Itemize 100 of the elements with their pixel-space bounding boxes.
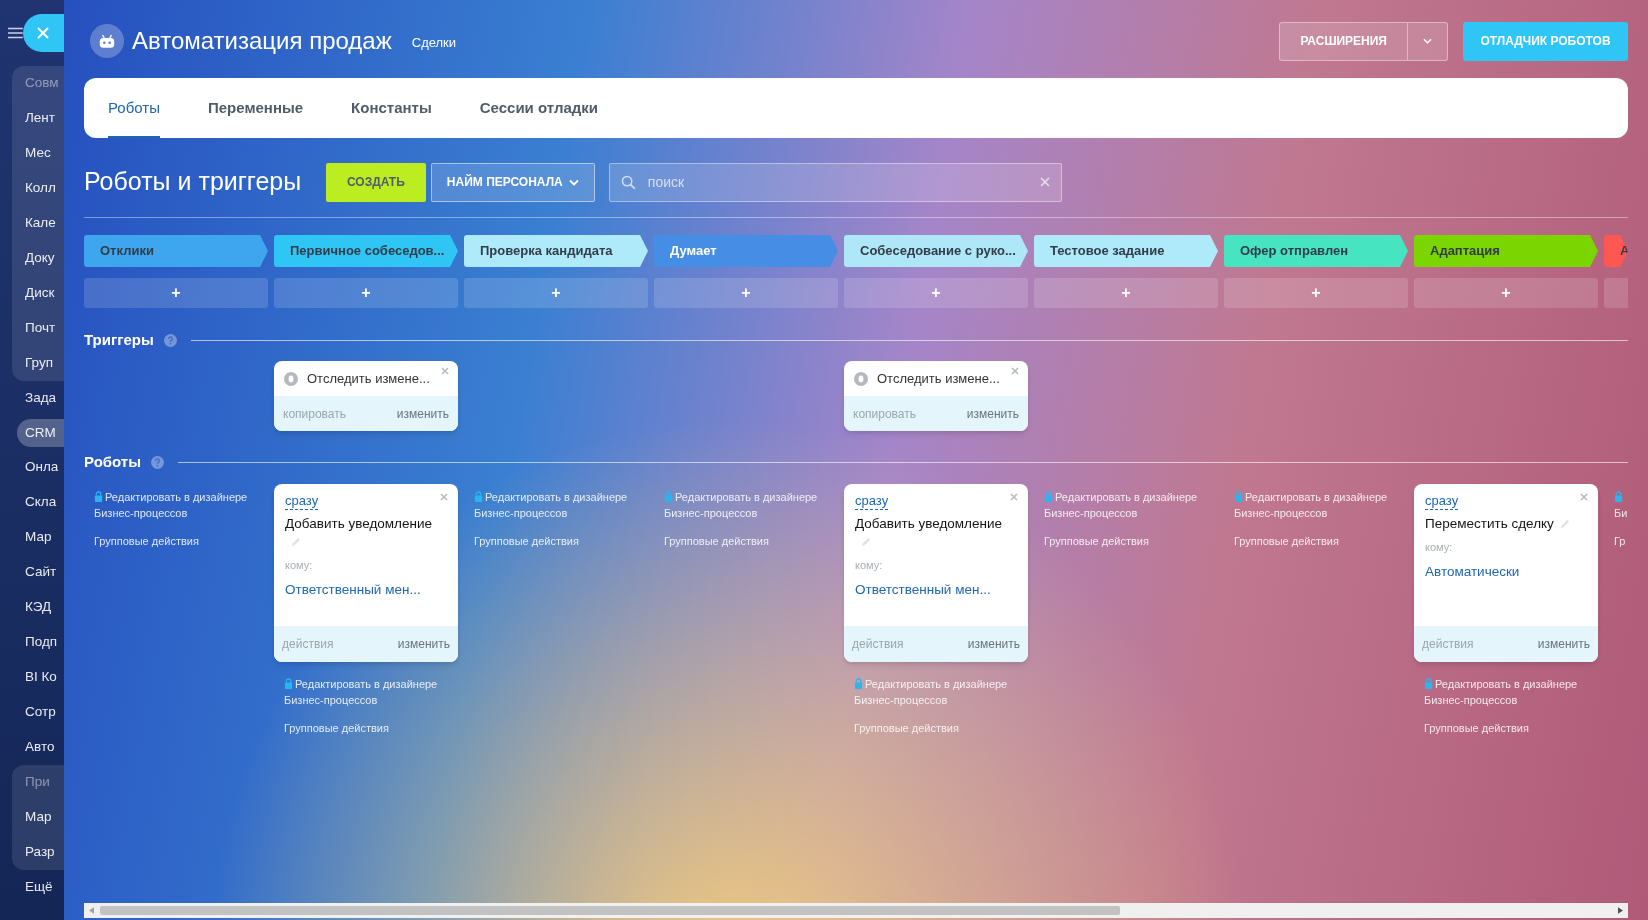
add-robot-button[interactable]: + bbox=[1224, 278, 1408, 308]
robot-title: Добавить уведомление bbox=[855, 516, 1002, 531]
sidebar-item[interactable]: BI Ко bbox=[12, 660, 64, 695]
search-icon bbox=[620, 174, 636, 190]
sidebar-item[interactable]: Ещё bbox=[12, 870, 64, 905]
scroll-left-icon bbox=[89, 907, 94, 914]
group-actions-link[interactable]: Групповые действия bbox=[94, 533, 199, 550]
recipient-link[interactable]: Ответственный мен... bbox=[855, 579, 991, 600]
help-icon bbox=[151, 455, 164, 469]
delay-link[interactable]: сразу bbox=[855, 493, 889, 510]
sidebar-item[interactable]: Колл bbox=[12, 171, 64, 206]
trigger-title: Отследить измене... bbox=[877, 369, 1000, 388]
group-actions-link[interactable]: Групповые действия bbox=[1234, 533, 1339, 550]
group-actions-link[interactable]: Гр bbox=[1614, 533, 1626, 550]
sidebar-item[interactable]: КЭД bbox=[12, 590, 64, 625]
tab[interactable]: Константы bbox=[351, 78, 432, 138]
add-robot-button[interactable]: + bbox=[464, 278, 648, 308]
lock-icon bbox=[284, 678, 293, 689]
sidebar-item[interactable]: Почт bbox=[12, 311, 64, 346]
horizontal-scrollbar[interactable] bbox=[84, 903, 1628, 918]
stage-label: Проверка кандидата bbox=[464, 235, 648, 267]
chevron-down-icon bbox=[568, 178, 579, 186]
scrollbar-thumb[interactable] bbox=[100, 906, 1120, 915]
delay-link[interactable]: сразу bbox=[285, 493, 319, 510]
stage-label: Отклики bbox=[84, 235, 268, 267]
sidebar-item[interactable]: Доку bbox=[12, 241, 64, 276]
close-icon bbox=[440, 493, 448, 501]
status-icon bbox=[284, 371, 298, 386]
add-robot-button[interactable]: + bbox=[654, 278, 838, 308]
stage-label: Тестовое задание bbox=[1034, 235, 1218, 267]
lock-icon bbox=[1424, 678, 1433, 689]
designer-link[interactable]: Редактировать в дизайнере Бизнес-процессов bbox=[1424, 676, 1598, 708]
stage-label: Первичное собеседов... bbox=[274, 235, 458, 267]
recipient-link[interactable]: Ответственный мен... bbox=[285, 579, 421, 600]
scroll-right-icon bbox=[1618, 907, 1623, 914]
sidebar-item[interactable]: Мес bbox=[12, 136, 64, 171]
add-robot-button[interactable]: + bbox=[1414, 278, 1598, 308]
add-robot-button[interactable]: + bbox=[844, 278, 1028, 308]
sidebar-item[interactable]: Подп bbox=[12, 625, 64, 660]
sidebar-item[interactable]: Зада bbox=[12, 381, 64, 416]
tab[interactable]: Переменные bbox=[207, 78, 304, 138]
close-icon bbox=[1011, 367, 1019, 375]
group-actions-link[interactable]: Групповые действия bbox=[1424, 720, 1529, 737]
group-actions-link[interactable]: Групповые действия bbox=[1044, 533, 1149, 550]
stage-label: Адаптация bbox=[1414, 235, 1598, 267]
sidebar-item[interactable]: Кале bbox=[12, 206, 64, 241]
lock-icon bbox=[854, 678, 863, 689]
sidebar-item[interactable]: Лент bbox=[12, 101, 64, 136]
sidebar-item[interactable]: Сотр bbox=[12, 695, 64, 730]
add-robot-button[interactable]: + bbox=[274, 278, 458, 308]
edit-link[interactable]: изменить bbox=[1537, 635, 1590, 653]
sidebar-item[interactable]: Груп bbox=[12, 346, 64, 381]
pencil-icon bbox=[290, 536, 301, 548]
edit-link[interactable]: изменить bbox=[396, 404, 449, 423]
sidebar-item[interactable]: Мар bbox=[12, 520, 64, 555]
add-robot-button[interactable]: + bbox=[1034, 278, 1218, 308]
status-icon bbox=[854, 371, 868, 386]
designer-link[interactable]: Редактировать в дизайнере Бизнес-процессов bbox=[664, 489, 838, 521]
designer-link[interactable]: Би bbox=[1614, 489, 1628, 521]
close-icon bbox=[1010, 493, 1018, 501]
lock-icon bbox=[1614, 491, 1623, 502]
designer-link[interactable]: Редактировать в дизайнере Бизнес-процессов bbox=[1234, 489, 1408, 521]
edit-link[interactable]: изменить bbox=[397, 635, 450, 653]
designer-link[interactable]: Редактировать в дизайнере Бизнес-процессов bbox=[1044, 489, 1218, 521]
sidebar-item[interactable]: Диск bbox=[12, 276, 64, 311]
sidebar-item[interactable]: CRM bbox=[17, 419, 64, 447]
group-actions-link[interactable]: Групповые действия bbox=[664, 533, 769, 550]
group-actions-link[interactable]: Групповые действия bbox=[474, 533, 579, 550]
recipient-label: кому: bbox=[855, 558, 883, 573]
sidebar-item[interactable]: Мар bbox=[12, 800, 64, 835]
add-robot-button[interactable] bbox=[1604, 278, 1628, 308]
create-button[interactable]: СОЗДАТЬ bbox=[326, 162, 426, 202]
close-icon bbox=[37, 27, 50, 39]
sidebar-item[interactable]: Разр bbox=[12, 835, 64, 870]
edit-link[interactable]: изменить bbox=[966, 404, 1019, 423]
pipeline-dropdown[interactable]: НАЙМ ПЕРСОНАЛА bbox=[430, 162, 595, 202]
sidebar-item[interactable]: Сайт bbox=[12, 555, 64, 590]
close-button[interactable] bbox=[22, 14, 64, 52]
designer-link[interactable]: Редактировать в дизайнере Бизнес-процессов bbox=[474, 489, 648, 521]
delay-link[interactable]: сразу bbox=[1425, 493, 1459, 510]
sidebar-section-header: Совм bbox=[24, 74, 60, 93]
sidebar-item[interactable]: Онла bbox=[12, 450, 64, 485]
stage-label: Офер отправлен bbox=[1224, 235, 1408, 267]
sidebar-item[interactable]: Авто bbox=[12, 730, 64, 765]
recipient-link[interactable]: Автоматически bbox=[1425, 561, 1520, 582]
tab[interactable]: Роботы bbox=[108, 78, 160, 138]
robot-logo-icon bbox=[90, 24, 124, 58]
sidebar-item[interactable]: Скла bbox=[12, 485, 64, 520]
designer-link[interactable]: Редактировать в дизайнере Бизнес-процессов bbox=[284, 676, 458, 708]
section-heading: Роботы bbox=[84, 451, 141, 472]
group-actions-link[interactable]: Групповые действия bbox=[284, 720, 389, 737]
close-icon bbox=[441, 367, 449, 375]
tab[interactable]: Сессии отладки bbox=[479, 78, 599, 138]
add-robot-button[interactable]: + bbox=[84, 278, 268, 308]
stage-label: Думает bbox=[654, 235, 838, 267]
sidebar-section-header: При bbox=[24, 773, 51, 792]
edit-link[interactable]: изменить bbox=[967, 635, 1020, 653]
pencil-icon bbox=[860, 536, 871, 548]
designer-link[interactable]: Редактировать в дизайнере Бизнес-процессов bbox=[94, 489, 268, 521]
close-icon bbox=[1580, 493, 1588, 501]
